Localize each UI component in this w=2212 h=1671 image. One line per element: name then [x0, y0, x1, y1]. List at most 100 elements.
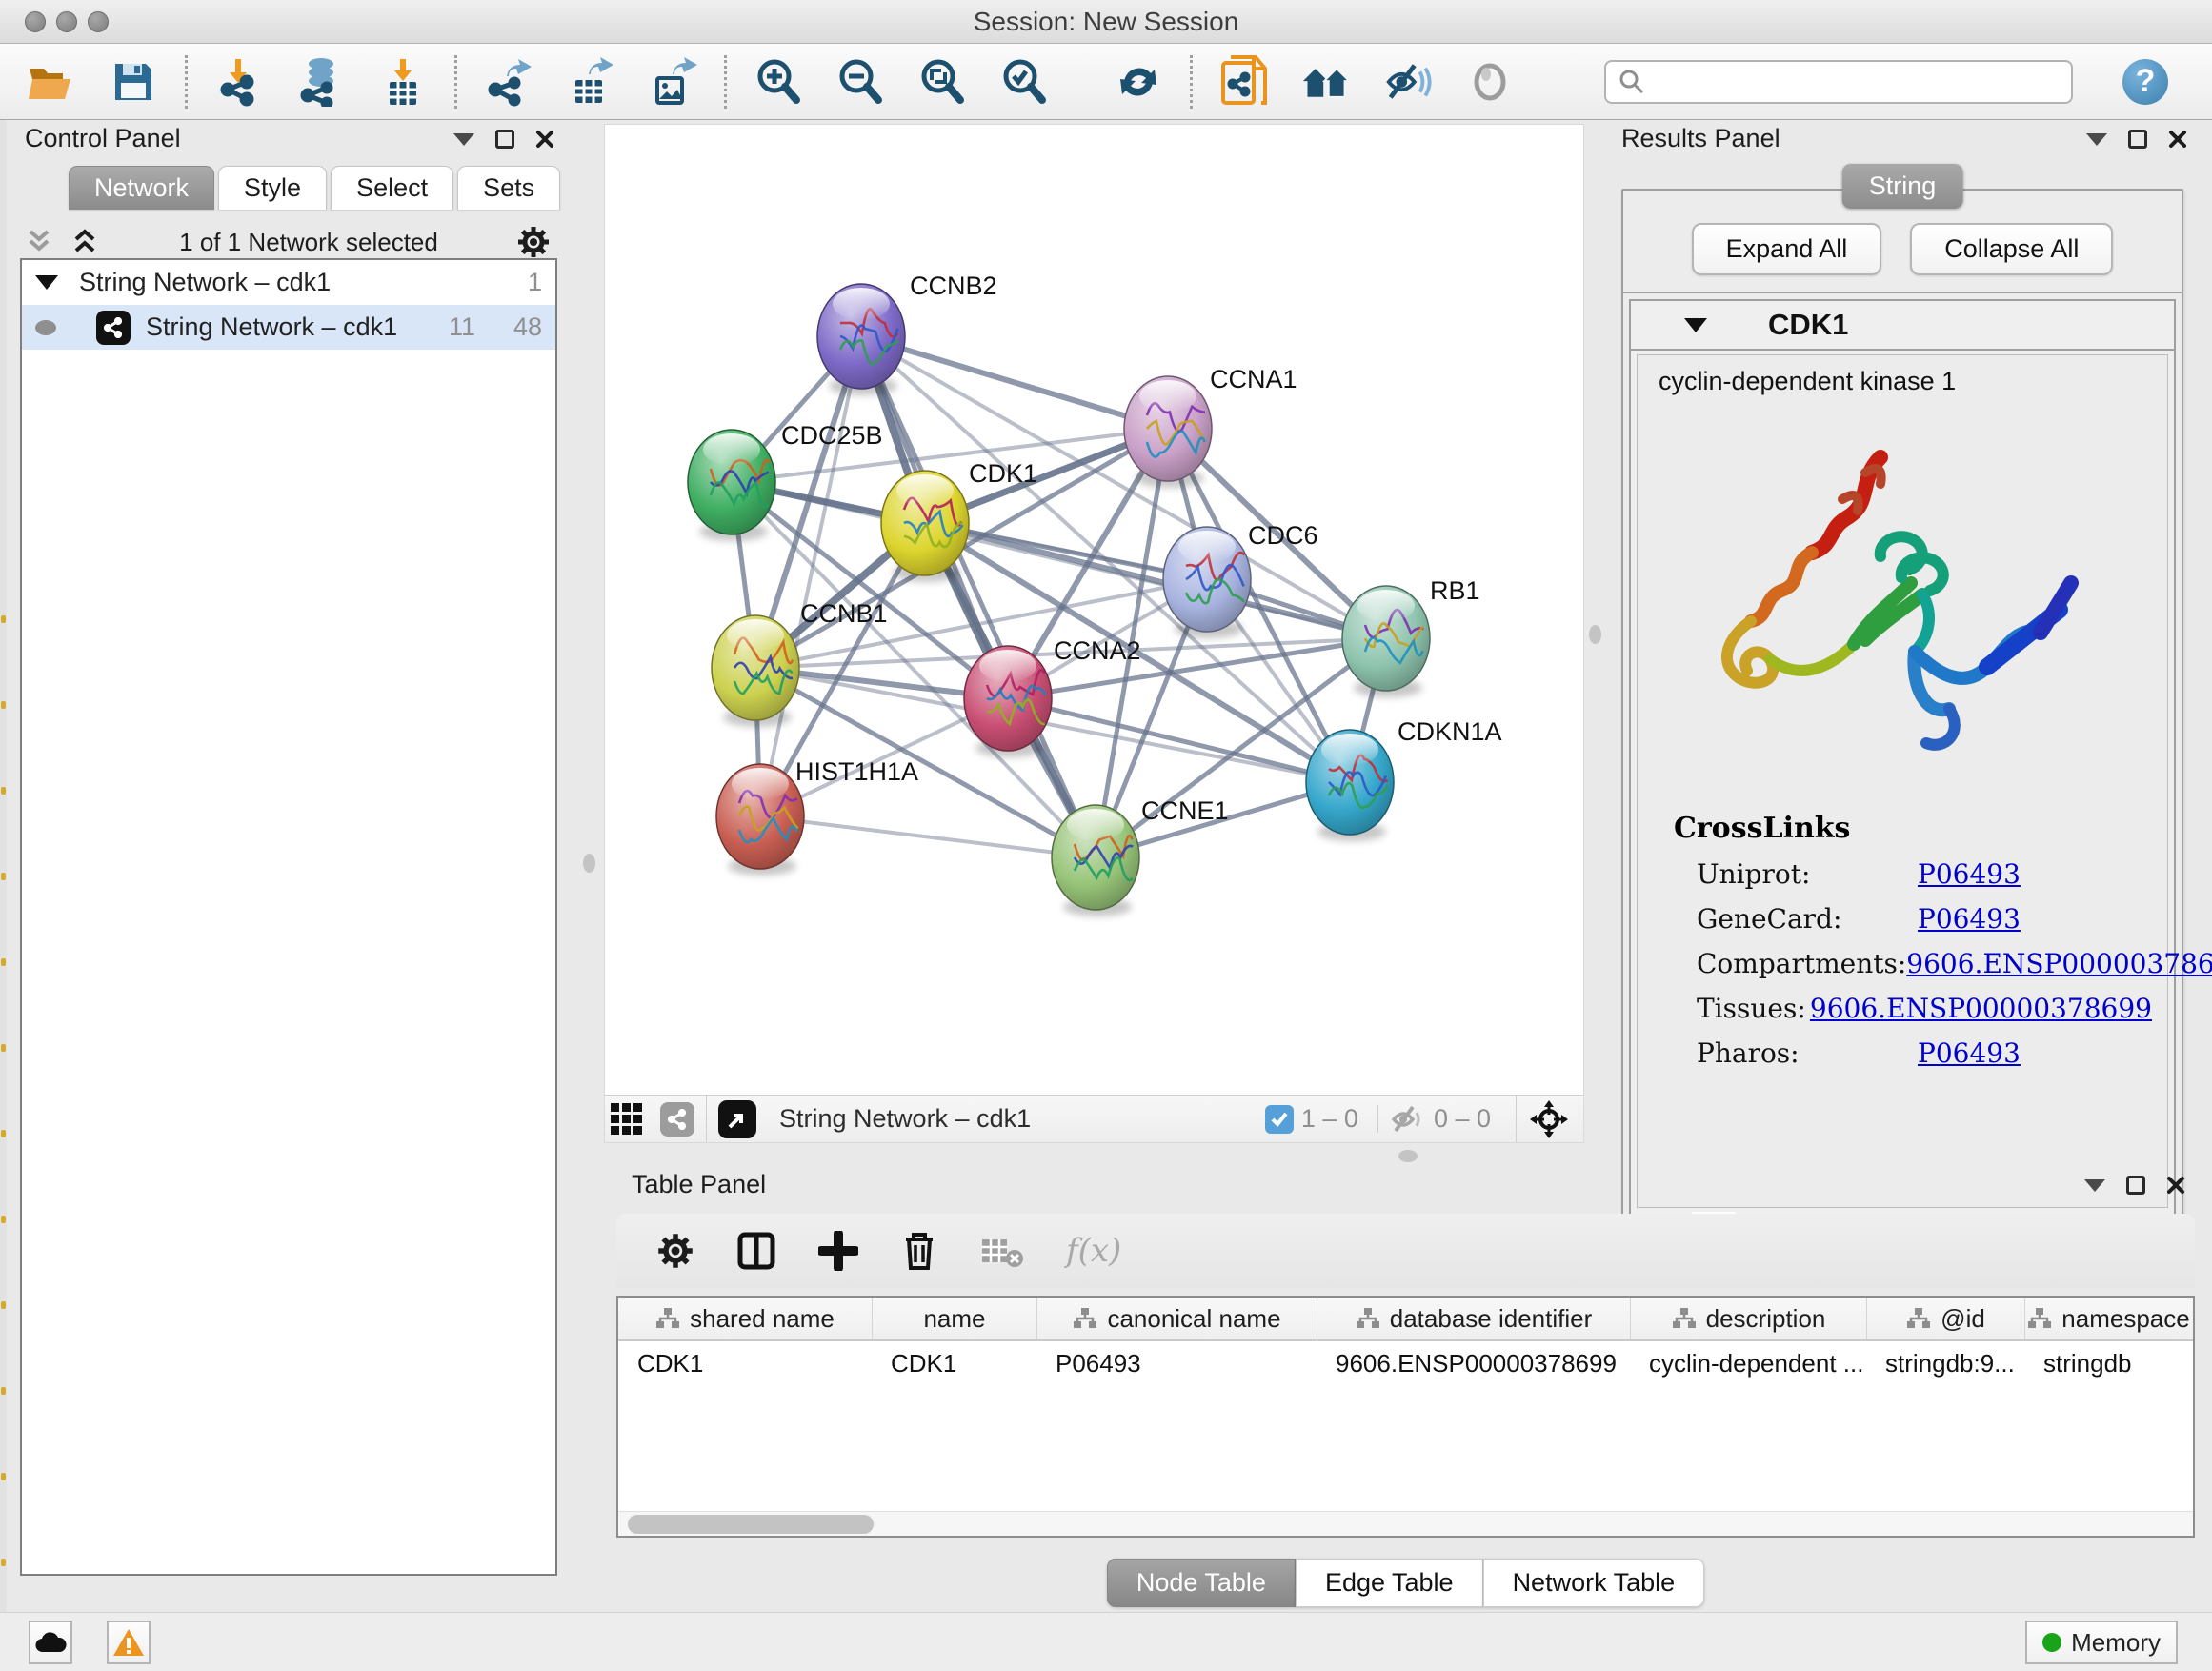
- delete-column-icon[interactable]: [900, 1230, 938, 1272]
- home-icon[interactable]: [1301, 57, 1351, 107]
- crosslink-value[interactable]: P06493: [1918, 858, 2021, 890]
- collapse-all-icon[interactable]: [23, 228, 55, 256]
- column-header[interactable]: shared name: [618, 1298, 872, 1339]
- zoom-selected-icon[interactable]: [999, 57, 1049, 107]
- crosslink-value[interactable]: 9606.ENSP00000378699: [1906, 948, 2212, 979]
- cloud-button[interactable]: [29, 1621, 72, 1664]
- zoom-out-icon[interactable]: [835, 57, 885, 107]
- export-network-icon[interactable]: [484, 57, 533, 107]
- panel-menu-icon[interactable]: [2084, 1179, 2105, 1192]
- memory-button[interactable]: Memory: [2025, 1621, 2178, 1664]
- network-node-ccna1[interactable]: [1124, 376, 1212, 488]
- tab-edge-table[interactable]: Edge Table: [1296, 1559, 1483, 1607]
- tab-select[interactable]: Select: [331, 166, 453, 210]
- close-window-button[interactable]: [25, 11, 46, 32]
- show-columns-icon[interactable]: [736, 1231, 776, 1271]
- save-session-icon[interactable]: [109, 57, 158, 107]
- expand-all-button[interactable]: Expand All: [1692, 223, 1882, 275]
- detach-view-icon[interactable]: [718, 1100, 756, 1138]
- add-column-icon[interactable]: [818, 1231, 858, 1271]
- table-cell[interactable]: CDK1: [872, 1341, 1036, 1385]
- help-icon[interactable]: ?: [2122, 59, 2168, 105]
- export-image-icon[interactable]: [648, 57, 697, 107]
- close-panel-icon[interactable]: [2166, 1176, 2185, 1195]
- network-node-ccne1[interactable]: [1052, 805, 1139, 916]
- table-cell[interactable]: CDK1: [618, 1341, 872, 1385]
- collection-expander-icon[interactable]: [35, 275, 58, 290]
- right-splitter-handle[interactable]: [1589, 625, 1601, 644]
- column-header[interactable]: @id: [1866, 1298, 2024, 1339]
- network-node-rb1[interactable]: [1342, 586, 1430, 697]
- tab-style[interactable]: Style: [218, 166, 327, 210]
- expand-all-icon[interactable]: [69, 228, 101, 256]
- gene-expander-icon[interactable]: [1684, 318, 1707, 332]
- import-network-icon[interactable]: [214, 57, 264, 107]
- float-panel-icon[interactable]: [2128, 130, 2147, 149]
- network-node-hist1h1a[interactable]: [716, 764, 804, 876]
- network-node-ccnb1[interactable]: [712, 615, 799, 727]
- table-options-gear-icon[interactable]: [656, 1232, 694, 1270]
- bottom-splitter-handle[interactable]: [1398, 1150, 1418, 1162]
- table-cell[interactable]: 9606.ENSP00000378699: [1317, 1341, 1630, 1385]
- selected-nodes-icon[interactable]: [1265, 1105, 1294, 1134]
- grid-view-icon[interactable]: [605, 1095, 649, 1144]
- network-row[interactable]: String Network – cdk1 11 48: [22, 305, 555, 350]
- export-table-icon[interactable]: [566, 57, 615, 107]
- column-header[interactable]: database identifier: [1317, 1298, 1630, 1339]
- network-edge[interactable]: [760, 336, 861, 816]
- network-edge[interactable]: [760, 816, 1096, 857]
- open-session-icon[interactable]: [27, 57, 76, 107]
- crosslink-value[interactable]: P06493: [1918, 903, 2021, 935]
- warnings-button[interactable]: [107, 1621, 151, 1664]
- maximize-window-button[interactable]: [88, 11, 109, 32]
- left-splitter-handle[interactable]: [583, 854, 595, 873]
- preview-eye-icon[interactable]: [1465, 57, 1515, 107]
- table-cell[interactable]: stringdb:9...: [1866, 1341, 2024, 1385]
- close-panel-icon[interactable]: [535, 130, 554, 149]
- string-view-icon[interactable]: [660, 1102, 694, 1137]
- tab-network-table[interactable]: Network Table: [1483, 1559, 1705, 1607]
- network-edge[interactable]: [861, 336, 1168, 429]
- network-node-ccnb2[interactable]: [817, 284, 905, 395]
- zoom-in-icon[interactable]: [754, 57, 803, 107]
- import-table-icon[interactable]: [378, 57, 428, 107]
- table-cell[interactable]: P06493: [1036, 1341, 1317, 1385]
- open-in-browser-icon[interactable]: [1219, 57, 1269, 107]
- minimize-window-button[interactable]: [56, 11, 77, 32]
- float-panel-icon[interactable]: [2126, 1176, 2145, 1195]
- scrollbar-thumb[interactable]: [628, 1515, 874, 1534]
- import-network-from-database-icon[interactable]: [296, 57, 346, 107]
- column-header[interactable]: description: [1630, 1298, 1866, 1339]
- tab-node-table[interactable]: Node Table: [1107, 1559, 1296, 1607]
- column-header[interactable]: namespace: [2024, 1298, 2192, 1339]
- network-node-cdc25b[interactable]: [688, 430, 775, 541]
- panel-menu-icon[interactable]: [2086, 133, 2107, 146]
- crosslink-value[interactable]: P06493: [1918, 1037, 2021, 1069]
- refresh-icon[interactable]: [1114, 57, 1163, 107]
- panel-menu-icon[interactable]: [453, 133, 474, 146]
- float-panel-icon[interactable]: [495, 130, 514, 149]
- search-input[interactable]: [1646, 67, 2060, 96]
- zoom-fit-icon[interactable]: [917, 57, 967, 107]
- node-label: CDC25B: [781, 421, 883, 450]
- tab-sets[interactable]: Sets: [457, 166, 560, 210]
- network-node-cdkn1a[interactable]: [1306, 730, 1394, 841]
- network-collection-row[interactable]: String Network – cdk1 1: [22, 260, 555, 305]
- show-hide-icon[interactable]: [1383, 57, 1433, 107]
- birds-eye-icon[interactable]: [1528, 1098, 1570, 1140]
- crosslink-value[interactable]: 9606.ENSP00000378699: [1810, 993, 2152, 1024]
- table-row[interactable]: CDK1CDK1P064939606.ENSP00000378699cyclin…: [618, 1341, 2193, 1385]
- network-canvas[interactable]: CCNB2CCNA1CDC25BCDK1CDC6RB1CCNB1CCNA2CDK…: [605, 125, 1583, 1095]
- tab-string[interactable]: String: [1842, 164, 1963, 209]
- hidden-eye-icon[interactable]: [1390, 1104, 1426, 1135]
- collapse-all-button[interactable]: Collapse All: [1910, 223, 2113, 275]
- column-header[interactable]: name: [872, 1298, 1036, 1339]
- tab-network[interactable]: Network: [69, 166, 214, 210]
- column-header[interactable]: canonical name: [1036, 1298, 1317, 1339]
- options-gear-icon[interactable]: [516, 225, 551, 259]
- close-panel-icon[interactable]: [2168, 130, 2187, 149]
- search-field[interactable]: [1604, 60, 2073, 104]
- table-cell[interactable]: stringdb: [2024, 1341, 2192, 1385]
- horizontal-scrollbar[interactable]: [618, 1511, 2193, 1536]
- table-cell[interactable]: cyclin-dependent ...: [1630, 1341, 1866, 1385]
